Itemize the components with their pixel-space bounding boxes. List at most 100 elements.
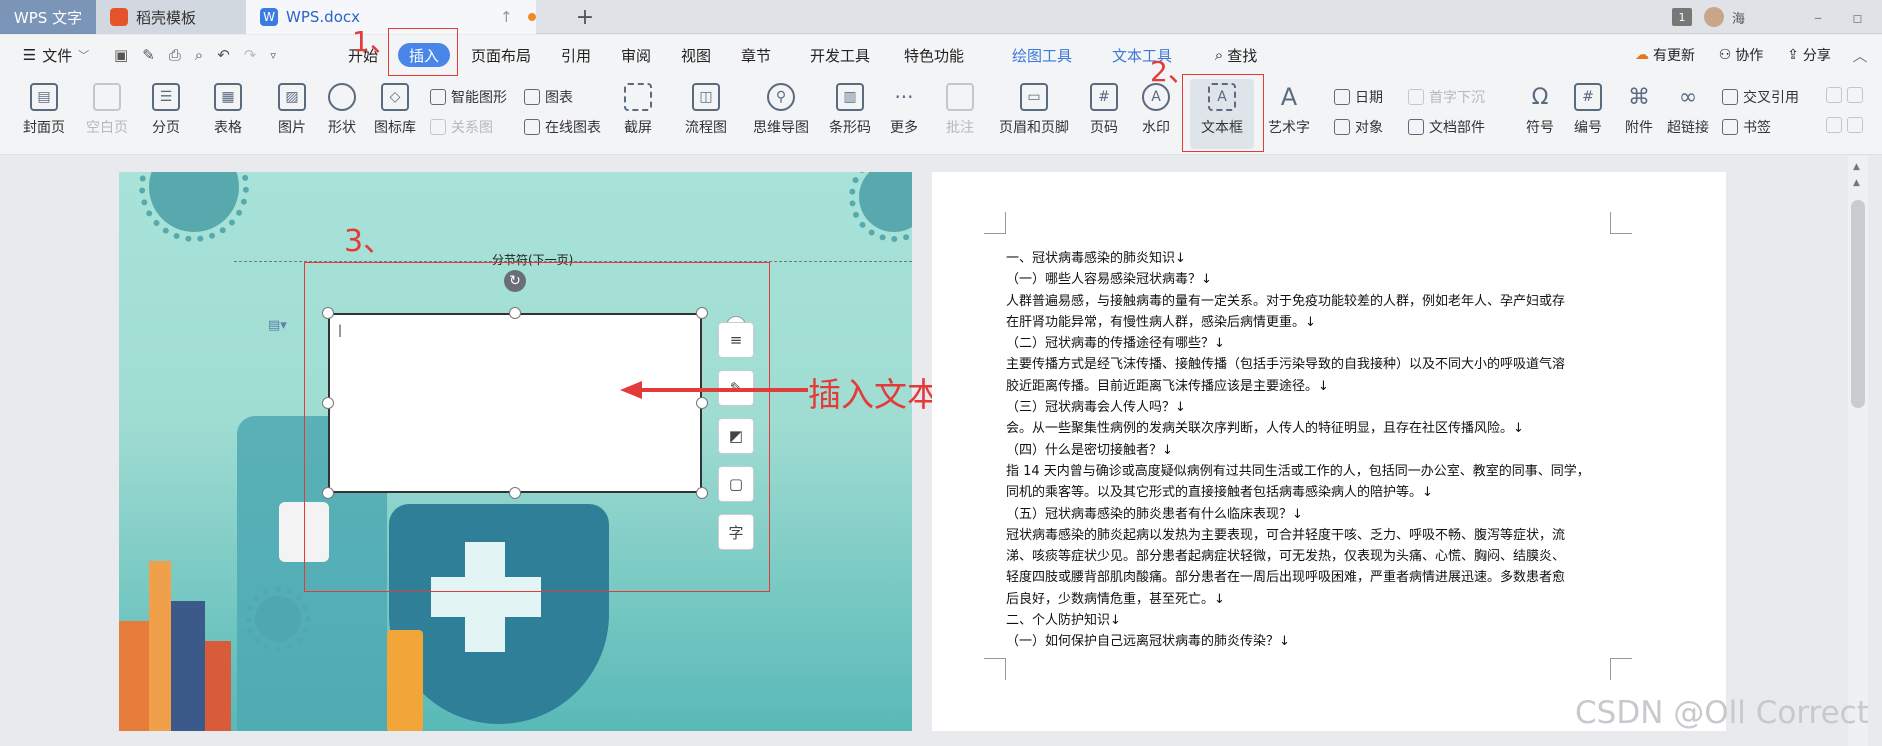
tab-template[interactable]: 稻壳模板 <box>96 0 246 34</box>
bookmark-icon <box>1722 119 1738 135</box>
minimize-icon[interactable]: – <box>1814 8 1822 27</box>
more-button[interactable]: ··· 更多 <box>880 83 928 137</box>
scroll-up-icon[interactable]: ▲ <box>1853 162 1860 172</box>
resize-handle[interactable] <box>322 307 334 319</box>
shapes-button[interactable]: 形状 <box>318 83 366 137</box>
restore-icon[interactable]: ▫ <box>1852 8 1863 27</box>
share-button[interactable]: ⇪ 分享 <box>1780 43 1838 67</box>
tab-references[interactable]: 引用 <box>556 43 596 67</box>
comment-icon <box>946 83 974 111</box>
document-body[interactable]: 一、冠状病毒感染的肺炎知识↓ （一）哪些人容易感染冠状病毒？↓ 人群普遍易感，与接触… <box>1006 248 1616 653</box>
tab-page-layout[interactable]: 页面布局 <box>466 43 536 67</box>
symbol-button[interactable]: Ω 符号 <box>1516 83 1564 137</box>
resize-handle[interactable] <box>509 487 521 499</box>
tab-wps-writer[interactable]: WPS 文字 <box>0 0 96 34</box>
attachment-button[interactable]: ⌘ 附件 <box>1618 83 1660 137</box>
inserted-textbox[interactable]: | <box>328 313 702 493</box>
bookmark-button[interactable]: 书签 <box>1722 117 1771 137</box>
tab-chapter[interactable]: 章节 <box>736 43 776 67</box>
wps-doc-icon: W <box>260 8 278 26</box>
resize-handle[interactable] <box>509 307 521 319</box>
preview-icon[interactable]: ⌕ <box>195 46 203 64</box>
layout-option-icon[interactable]: ▤▾ <box>268 318 287 333</box>
menu-bar: ☰ 文件 ﹀ ▣ ✎ ⎙ ⌕ ↶ ↷ ▿ 开始 插入 页面布局 引用 审阅 视图… <box>0 35 1882 73</box>
date-button[interactable]: 日期 <box>1334 87 1383 107</box>
bookmark-label: 书签 <box>1743 120 1771 136</box>
online-chart-label: 在线图表 <box>545 120 601 136</box>
find-button[interactable]: ⌕ 查找 <box>1206 43 1266 67</box>
screenshot-button[interactable]: 截屏 <box>614 83 662 137</box>
wordart-label: 艺术字 <box>1268 120 1310 136</box>
cross-reference-button[interactable]: 交叉引用 <box>1722 87 1799 107</box>
tab-drawing-tools[interactable]: 绘图工具 <box>1006 43 1078 67</box>
tab-review[interactable]: 审阅 <box>616 43 656 67</box>
print-icon[interactable]: ⎙ <box>169 46 181 64</box>
resize-handle[interactable] <box>696 307 708 319</box>
upload-icon[interactable]: ↑ <box>500 0 513 34</box>
picture-button[interactable]: ▨ 图片 <box>268 83 316 137</box>
scroll-up-icon[interactable]: ▲ <box>1853 178 1860 188</box>
collapse-ribbon-icon[interactable]: ︿ <box>1852 43 1868 67</box>
collaborate-button[interactable]: ⚇ 协作 <box>1712 43 1770 67</box>
hyperlink-button[interactable]: ∞ 超链接 <box>1662 83 1714 137</box>
format-painter-icon[interactable]: ✎ <box>142 46 155 64</box>
table-button[interactable]: ▦ 表格 <box>204 83 252 137</box>
smart-graphic-button[interactable]: 智能图形 <box>430 87 507 107</box>
tab-view[interactable]: 视图 <box>676 43 716 67</box>
file-menu[interactable]: ☰ 文件 ﹀ <box>16 43 96 67</box>
border-button[interactable]: ▢ <box>718 466 754 502</box>
chart-button[interactable]: 图表 <box>524 87 573 107</box>
update-button[interactable]: ☁ 有更新 <box>1628 43 1702 67</box>
blank-page-button[interactable]: 空白页 <box>78 83 136 137</box>
comment-button[interactable]: 批注 <box>936 83 984 137</box>
user-plus-icon: ⚇ <box>1718 47 1732 63</box>
object-button[interactable]: 对象 <box>1334 117 1383 137</box>
check-icon <box>1847 87 1863 103</box>
resize-handle[interactable] <box>696 487 708 499</box>
step1-label: 1、 <box>352 25 398 58</box>
wrap-text-button[interactable]: ≡ <box>718 322 754 358</box>
watermark-text: CSDN @Oll Correct <box>1575 695 1869 731</box>
online-chart-button[interactable]: 在线图表 <box>524 117 601 137</box>
calendar-icon <box>1334 89 1350 105</box>
online-chart-icon <box>524 119 540 135</box>
wordart-button[interactable]: A 艺术字 <box>1258 83 1320 137</box>
text-direction-button[interactable]: 字 <box>718 514 754 550</box>
header-footer-button[interactable]: ▭ 页眉和页脚 <box>994 83 1074 137</box>
mindmap-button[interactable]: ⚲ 思维导图 <box>744 83 818 137</box>
vertical-scrollbar[interactable]: ▲ ▲ <box>1848 156 1868 746</box>
flowchart-button[interactable]: ◫ 流程图 <box>676 83 736 137</box>
page-number-button[interactable]: # 页码 <box>1080 83 1128 137</box>
fill-button[interactable]: ◩ <box>718 418 754 454</box>
save-icon[interactable]: ▣ <box>114 46 128 64</box>
tab-features[interactable]: 特色功能 <box>898 43 970 67</box>
numbering-button[interactable]: # 编号 <box>1566 83 1610 137</box>
rotate-handle-icon[interactable]: ↻ <box>504 270 526 292</box>
document-line: （三）冠状病毒会人传人吗？↓ <box>1006 400 1186 416</box>
resize-handle[interactable] <box>696 397 708 409</box>
extra-tool-2[interactable] <box>1826 117 1863 133</box>
new-tab-button[interactable]: + <box>570 0 600 34</box>
doc-parts-button[interactable]: 文档部件 <box>1408 117 1485 137</box>
avatar[interactable] <box>1704 7 1724 27</box>
more-icon[interactable]: ▿ <box>270 49 276 62</box>
account-area[interactable]: 1 海 <box>1672 0 1745 34</box>
extra-tool-1[interactable] <box>1826 87 1863 103</box>
cover-page-button[interactable]: ▤ 封面页 <box>12 83 76 137</box>
tab-developer[interactable]: 开发工具 <box>804 43 876 67</box>
watermark-button[interactable]: A 水印 <box>1132 83 1180 137</box>
drop-cap-button[interactable]: 首字下沉 <box>1408 87 1485 107</box>
icon-library-button[interactable]: ◇ 图标库 <box>370 83 420 137</box>
redo-icon[interactable]: ↷ <box>244 46 257 64</box>
document-line: 指 14 天内曾与确诊或高度疑似病例有过共同生活或工作的人，包括同一办公室、教室… <box>1006 463 1590 479</box>
tab-template-label: 稻壳模板 <box>136 8 197 27</box>
unsaved-dot-icon <box>528 13 536 21</box>
relation-chart-button[interactable]: 关系图 <box>430 117 493 137</box>
document-line: 同机的乘客等。以及其它形式的直接接触者包括病毒感染病人的陪护等。↓ <box>1006 485 1433 501</box>
resize-handle[interactable] <box>322 397 334 409</box>
page-break-button[interactable]: ☰ 分页 <box>142 83 190 137</box>
scrollbar-thumb[interactable] <box>1851 200 1865 408</box>
barcode-button[interactable]: ▥ 条形码 <box>824 83 876 137</box>
resize-handle[interactable] <box>322 487 334 499</box>
undo-icon[interactable]: ↶ <box>217 46 230 64</box>
